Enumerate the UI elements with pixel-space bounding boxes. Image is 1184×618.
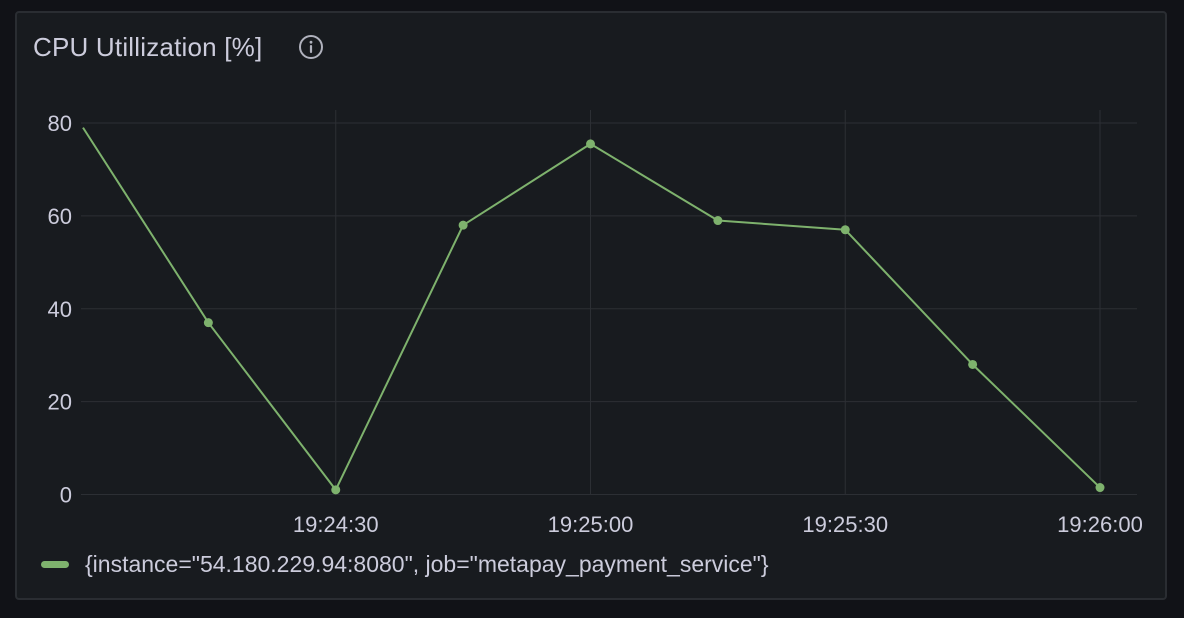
y-tick-label: 40 [48, 297, 72, 322]
data-point [586, 139, 595, 149]
legend-label: {instance="54.180.229.94:8080", job="met… [85, 551, 769, 577]
x-tick-label: 19:25:30 [802, 512, 888, 537]
data-point [331, 485, 341, 495]
data-point [968, 359, 978, 369]
x-tick-label: 19:25:00 [548, 512, 634, 537]
legend-item[interactable]: {instance="54.180.229.94:8080", job="met… [41, 551, 769, 578]
legend-swatch [41, 561, 69, 568]
x-tick-label: 19:24:30 [293, 512, 379, 537]
x-tick-label: 19:26:00 [1057, 512, 1143, 537]
data-point [1095, 483, 1105, 493]
data-point [458, 220, 468, 230]
y-tick-label: 0 [60, 483, 72, 508]
chart-panel: CPU Utillization [%] 0 20 40 60 80 19:24:30 19… [15, 11, 1167, 600]
y-tick-label: 80 [48, 111, 72, 136]
line-chart: 0 20 40 60 80 19:24:30 19:25:00 19:25:30 19:26:0… [48, 110, 1143, 537]
data-point [713, 216, 723, 226]
data-point [840, 225, 850, 235]
y-tick-label: 60 [48, 204, 72, 229]
y-tick-label: 20 [48, 390, 72, 415]
data-point [203, 318, 213, 328]
